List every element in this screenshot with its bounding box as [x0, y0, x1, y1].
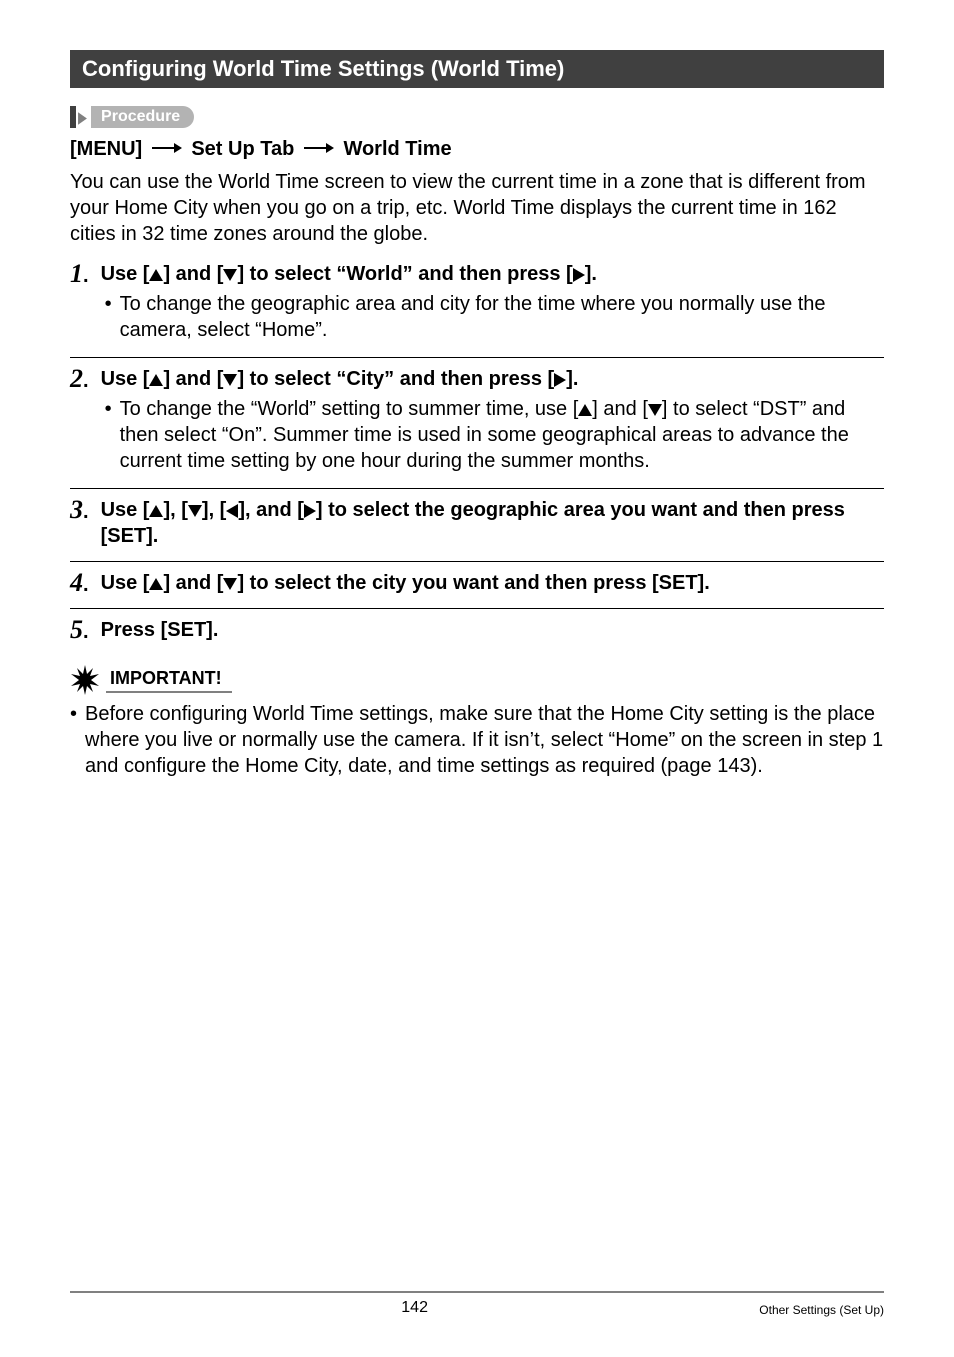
down-triangle-icon [223, 269, 237, 281]
setup-tab-label: Set Up Tab [191, 138, 294, 160]
footer: 142 Other Settings (Set Up) [70, 1291, 884, 1317]
right-triangle-icon [554, 373, 566, 387]
world-time-label: World Time [343, 138, 451, 160]
up-triangle-icon [149, 374, 163, 386]
left-triangle-icon [226, 504, 238, 518]
step-number: 5. [70, 617, 97, 647]
step-title: Use [] and [] to select “City” and then … [101, 366, 884, 392]
step-title: Use [], [], [], and [] to select the geo… [101, 497, 884, 549]
step-number: 1. [70, 261, 97, 349]
right-triangle-icon [573, 268, 585, 282]
down-triangle-icon [188, 505, 202, 517]
important-bullet: • Before configuring World Time settings… [70, 701, 884, 779]
procedure-arrow-icon: ▸ [78, 102, 87, 131]
step-5: 5. Press [SET]. [70, 608, 884, 647]
up-triangle-icon [578, 404, 592, 416]
right-arrow-icon [152, 136, 182, 159]
step-3: 3. Use [], [], [], and [] to select the … [70, 488, 884, 553]
step-bullet: • To change the geographic area and city… [105, 291, 884, 343]
down-triangle-icon [223, 578, 237, 590]
step-title: Use [] and [] to select “World” and then… [101, 261, 884, 287]
content: Configuring World Time Settings (World T… [70, 50, 884, 1251]
menu-path: [MENU] Set Up Tab World Time [70, 138, 884, 161]
procedure-bar-icon [70, 106, 76, 128]
page: Configuring World Time Settings (World T… [0, 0, 954, 1357]
up-triangle-icon [149, 578, 163, 590]
step-number: 3. [70, 497, 97, 553]
step-1: 1. Use [] and [] to select “World” and t… [70, 261, 884, 349]
page-number: 142 [70, 1299, 759, 1317]
step-bullet: • To change the “World” setting to summe… [105, 396, 884, 474]
right-triangle-icon [304, 504, 316, 518]
important-row: IMPORTANT! [70, 665, 884, 695]
up-triangle-icon [149, 505, 163, 517]
important-label: IMPORTANT! [106, 668, 232, 693]
procedure-pill: Procedure [91, 106, 194, 128]
bullet-dot-icon: • [105, 291, 112, 343]
menu-label: [MENU] [70, 138, 142, 160]
starburst-icon [70, 665, 100, 695]
step-4: 4. Use [] and [] to select the city you … [70, 561, 884, 600]
step-number: 2. [70, 366, 97, 480]
step-2: 2. Use [] and [] to select “City” and th… [70, 357, 884, 480]
bullet-dot-icon: • [105, 396, 112, 474]
footer-section: Other Settings (Set Up) [759, 1303, 884, 1317]
down-triangle-icon [648, 404, 662, 416]
step-number: 4. [70, 570, 97, 600]
step-title: Use [] and [] to select the city you wan… [101, 570, 884, 596]
intro-text: You can use the World Time screen to vie… [70, 169, 884, 247]
down-triangle-icon [223, 374, 237, 386]
bullet-dot-icon: • [70, 701, 77, 779]
right-arrow-icon [304, 136, 334, 159]
step-title: Press [SET]. [101, 617, 884, 643]
procedure-label-row: ▸ Procedure [70, 106, 884, 128]
section-header: Configuring World Time Settings (World T… [70, 50, 884, 88]
up-triangle-icon [149, 269, 163, 281]
